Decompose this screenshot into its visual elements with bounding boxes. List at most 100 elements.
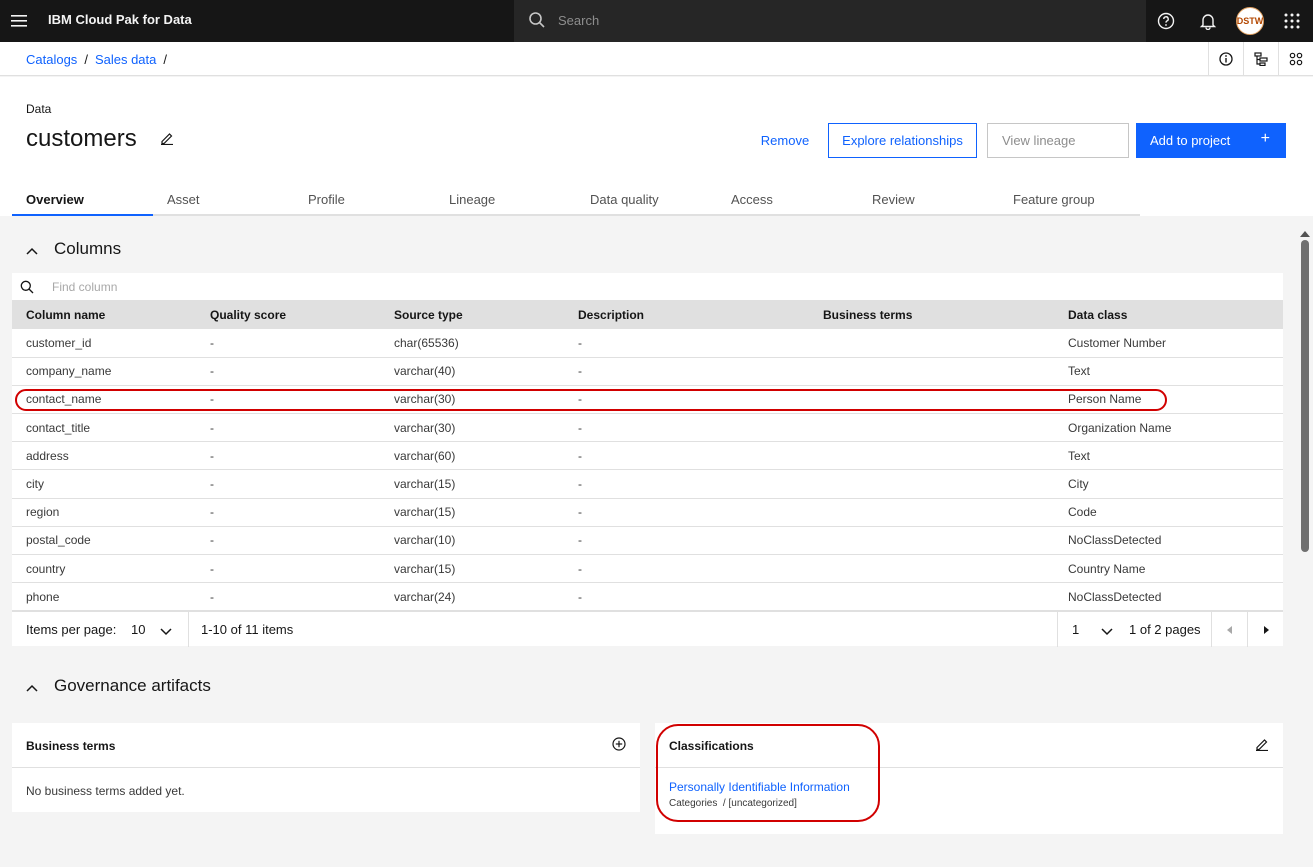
info-icon[interactable] bbox=[1208, 42, 1243, 76]
source-type-cell: varchar(30) bbox=[394, 392, 456, 407]
tab-review[interactable]: Review bbox=[858, 185, 999, 216]
app-switcher-icon[interactable] bbox=[1271, 0, 1313, 42]
table-row[interactable]: customer_id - char(65536) - Customer Number bbox=[12, 329, 1283, 358]
source-type-cell: varchar(30) bbox=[394, 420, 456, 435]
scrollbar[interactable] bbox=[1297, 218, 1313, 867]
remove-button[interactable]: Remove bbox=[750, 123, 820, 157]
find-column-bar bbox=[12, 273, 1283, 301]
quality-score-cell: - bbox=[210, 477, 214, 492]
governance-section-title: Governance artifacts bbox=[54, 676, 211, 695]
search-icon bbox=[528, 11, 546, 34]
business-terms-cell bbox=[809, 442, 1054, 470]
scrollbar-thumb[interactable] bbox=[1301, 240, 1309, 552]
data-class-cell: NoClassDetected bbox=[1068, 589, 1162, 604]
header-description[interactable]: Description bbox=[564, 301, 809, 329]
table-row[interactable]: contact_title - varchar(30) - Organization N… bbox=[12, 414, 1283, 442]
relationships-icon[interactable] bbox=[1278, 42, 1313, 76]
global-search[interactable]: Search bbox=[514, 0, 1146, 42]
columns-section-header[interactable]: Columns bbox=[26, 239, 121, 260]
explore-relationships-button[interactable]: Explore relationships bbox=[828, 123, 977, 158]
table-row[interactable]: country - varchar(15) - Country Name bbox=[12, 555, 1283, 583]
chevron-up-icon[interactable] bbox=[26, 240, 42, 260]
page-select[interactable]: 1 bbox=[1072, 622, 1079, 637]
table-row[interactable]: address - varchar(60) - Text bbox=[12, 442, 1283, 470]
description-cell: - bbox=[578, 448, 582, 463]
hierarchy-icon[interactable] bbox=[1243, 42, 1278, 76]
menu-icon[interactable] bbox=[0, 0, 38, 42]
chevron-up-icon[interactable] bbox=[26, 677, 42, 697]
help-icon[interactable] bbox=[1145, 0, 1187, 42]
tab-overview[interactable]: Overview bbox=[12, 185, 153, 216]
search-placeholder: Search bbox=[558, 13, 600, 28]
governance-section-header[interactable]: Governance artifacts bbox=[26, 676, 211, 697]
find-column-input[interactable] bbox=[52, 277, 652, 297]
tab-asset[interactable]: Asset bbox=[153, 185, 294, 216]
product-name[interactable]: IBM Cloud Pak for Data bbox=[48, 12, 192, 27]
source-type-cell: varchar(15) bbox=[394, 477, 456, 492]
tab-data-quality[interactable]: Data quality bbox=[576, 185, 717, 216]
description-cell: - bbox=[578, 505, 582, 520]
column-name-cell: contact_name bbox=[26, 392, 102, 407]
table-row[interactable]: contact_name - varchar(30) - Person Name bbox=[12, 385, 1283, 414]
breadcrumb-bar: Catalogs / Sales data / bbox=[0, 42, 1313, 76]
business-terms-cell bbox=[809, 329, 1054, 357]
table-row[interactable]: postal_code - varchar(10) - NoClassDetected bbox=[12, 526, 1283, 555]
header-column-name[interactable]: Column name bbox=[12, 301, 196, 329]
description-cell: - bbox=[578, 533, 582, 548]
data-class-cell: Person Name bbox=[1068, 392, 1142, 407]
table-row[interactable]: city - varchar(15) - City bbox=[12, 470, 1283, 499]
tab-profile[interactable]: Profile bbox=[294, 185, 435, 216]
quality-score-cell: - bbox=[210, 392, 214, 407]
asset-type-label: Data bbox=[26, 102, 52, 116]
table-row[interactable]: company_name - varchar(40) - Text bbox=[12, 357, 1283, 386]
header-business-terms[interactable]: Business terms bbox=[809, 301, 1054, 329]
data-class-cell: Customer Number bbox=[1068, 335, 1167, 350]
edit-icon[interactable] bbox=[1255, 737, 1269, 756]
data-class-cell: Code bbox=[1068, 505, 1097, 520]
quality-score-cell: - bbox=[210, 448, 214, 463]
table-row[interactable]: phone - varchar(24) - NoClassDetected bbox=[12, 583, 1283, 611]
item-range: 1-10 of 11 items bbox=[201, 622, 294, 638]
business-terms-cell bbox=[809, 498, 1054, 526]
previous-page-icon[interactable] bbox=[1212, 612, 1247, 647]
tab-access[interactable]: Access bbox=[717, 185, 858, 216]
notification-icon[interactable] bbox=[1187, 0, 1229, 42]
classification-link[interactable]: Personally Identifiable Information bbox=[669, 780, 850, 794]
column-name-cell: customer_id bbox=[26, 335, 92, 350]
source-type-cell: varchar(10) bbox=[394, 533, 456, 548]
quality-score-cell: - bbox=[210, 505, 214, 520]
add-to-project-button[interactable]: Add to project + bbox=[1136, 123, 1286, 158]
add-circle-icon[interactable] bbox=[612, 737, 626, 756]
data-class-cell: City bbox=[1068, 477, 1089, 492]
tab-feature-group[interactable]: Feature group bbox=[999, 185, 1140, 216]
chevron-down-icon[interactable] bbox=[160, 624, 172, 639]
description-cell: - bbox=[578, 589, 582, 604]
business-terms-cell bbox=[809, 414, 1054, 442]
source-type-cell: varchar(15) bbox=[394, 561, 456, 576]
quality-score-cell: - bbox=[210, 364, 214, 379]
items-per-page-select[interactable]: 10 bbox=[131, 622, 145, 637]
classifications-card: Classifications Personally Identifiable … bbox=[655, 723, 1283, 834]
page-title: customers bbox=[26, 125, 137, 152]
business-terms-empty: No business terms added yet. bbox=[26, 784, 185, 798]
edit-icon[interactable] bbox=[160, 131, 174, 150]
table-header-row: Column name Quality score Source type De… bbox=[12, 301, 1283, 329]
user-avatar-button[interactable]: DSTW bbox=[1229, 0, 1271, 42]
table-row[interactable]: region - varchar(15) - Code bbox=[12, 498, 1283, 527]
chevron-down-icon[interactable] bbox=[1101, 624, 1113, 639]
column-name-cell: region bbox=[26, 505, 60, 520]
data-class-cell: Text bbox=[1068, 364, 1091, 379]
header-data-class[interactable]: Data class bbox=[1054, 301, 1283, 329]
description-cell: - bbox=[578, 392, 582, 407]
tab-lineage[interactable]: Lineage bbox=[435, 185, 576, 216]
breadcrumb-sales-data[interactable]: Sales data bbox=[95, 52, 156, 67]
header-source-type[interactable]: Source type bbox=[380, 301, 564, 329]
columns-data-table: Column name Quality score Source type De… bbox=[12, 301, 1283, 611]
column-name-cell: postal_code bbox=[26, 533, 91, 548]
breadcrumb-catalogs[interactable]: Catalogs bbox=[26, 52, 77, 67]
column-name-cell: company_name bbox=[26, 364, 112, 379]
business-terms-cell bbox=[809, 526, 1054, 554]
breadcrumb-separator: / bbox=[163, 52, 167, 67]
header-quality-score[interactable]: Quality score bbox=[196, 301, 380, 329]
next-page-icon[interactable] bbox=[1248, 612, 1283, 647]
